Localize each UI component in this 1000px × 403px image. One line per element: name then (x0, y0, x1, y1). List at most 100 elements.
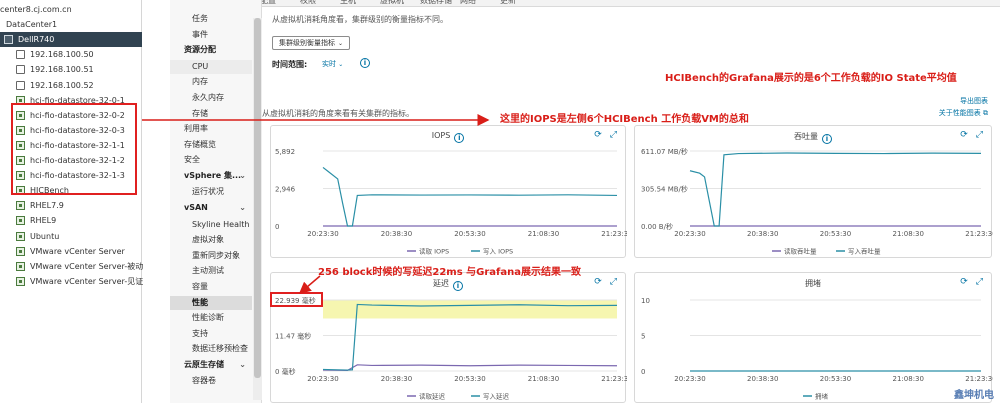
tree-item-label: VMware vCenter Server-被动 (30, 261, 144, 271)
menu-section-header[interactable]: vSAN ⌄ (170, 201, 252, 215)
legend-label[interactable]: 读取吞吐量 (784, 247, 817, 256)
menu-item[interactable]: 性能 (170, 295, 252, 310)
annotation-latency-box (270, 292, 323, 307)
legend-label[interactable]: 写入延迟 (483, 392, 510, 401)
x-tick-label: 20:38:30 (381, 375, 412, 383)
menu-item-label: 支持 (192, 328, 208, 338)
legend-label[interactable]: 读取 IOPS (419, 247, 449, 256)
menu-item[interactable]: 安全 (170, 153, 252, 167)
tree-item-label: VMware vCenter Server-见证 (30, 276, 144, 286)
tree-item-host[interactable]: 192.168.100.50 (0, 47, 142, 62)
menu-item-label: 数据迁移预检查 (192, 344, 248, 354)
chevron-down-icon: ⌄ (338, 40, 344, 47)
y-tick-label: 2,946 (275, 186, 296, 194)
tree-item-cluster[interactable]: DellR740 (0, 32, 142, 48)
tree-item-label: 192.168.100.51 (30, 65, 94, 75)
tree-item-vm[interactable]: VMware vCenter Server-见证 (0, 274, 144, 289)
tab[interactable]: 网络 (460, 0, 476, 6)
tree-item-label: 192.168.100.52 (30, 80, 94, 90)
menu-item[interactable]: CPU (170, 59, 252, 74)
menu-item[interactable]: 存储 (170, 107, 252, 121)
menu-item[interactable]: 事件 (170, 28, 252, 42)
export-charts-link[interactable]: 导出图表 (960, 96, 988, 106)
x-tick-label: 21:08:30 (528, 230, 559, 238)
menu-item[interactable]: 主动测试 (170, 264, 252, 278)
x-tick-label: 20:53:30 (454, 375, 485, 383)
menu-item-label: 性能 (192, 297, 208, 307)
menu-item-label: 主动测试 (192, 266, 224, 276)
x-tick-label: 20:23:30 (307, 375, 338, 383)
menu-section-header[interactable]: 资源分配 (170, 43, 252, 57)
menu-item-label: 任务 (192, 14, 208, 23)
time-range-select[interactable]: 实时 ⌄ (322, 59, 343, 69)
chart-congestion: 拥堵 ⟳ ⤢ 10 5 0 20:23:30 20:38:30 20:53:30 21:08:30… (634, 272, 993, 403)
menu-item[interactable]: 容器卷 (170, 374, 252, 388)
tree-item-label: DellR740 (18, 35, 55, 45)
menu-item[interactable]: 运行状况 (170, 185, 252, 199)
menu-item[interactable]: 永久内存 (170, 91, 252, 105)
inventory-tree: center8.cj.com.cn DataCenter1 DellR740 192.… (0, 0, 144, 403)
menu-item[interactable]: 性能诊断 (170, 311, 252, 325)
tab[interactable]: 配置 (260, 0, 276, 6)
legend-label[interactable]: 拥堵 (815, 392, 829, 401)
tree-item-datacenter[interactable]: DataCenter1 (0, 17, 142, 32)
menu-item[interactable]: 利用率 (170, 122, 252, 136)
cluster-metrics-label: 集群级别衡量指标 (279, 39, 335, 47)
menu-item-label: 运行状况 (192, 187, 224, 197)
tab[interactable]: 权限 (300, 0, 316, 6)
tree-item-host[interactable]: 192.168.100.51 (0, 62, 142, 77)
time-range-label: 时间范围: (272, 60, 308, 69)
menu-section-header[interactable]: 云原生存储 ⌄ (170, 358, 252, 372)
menu-item[interactable]: 内存 (170, 75, 252, 89)
y-tick-label: 10 (641, 297, 650, 305)
y-tick-label: 0 毫秒 (275, 367, 296, 376)
menu-item[interactable]: 任务 (170, 12, 252, 26)
tree-item-vm[interactable]: VMware vCenter Server (0, 244, 142, 259)
legend-label[interactable]: 读取延迟 (419, 392, 446, 401)
menu-item[interactable]: 容量 (170, 280, 252, 294)
tree-item-vm[interactable]: RHEL7.9 (0, 198, 142, 213)
menu-item[interactable]: 数据迁移预检查 (170, 342, 252, 356)
tab[interactable]: 更新 (500, 0, 516, 6)
cluster-icon (4, 35, 13, 45)
menu-scrollbar-thumb[interactable] (254, 18, 261, 378)
cluster-metrics-dropdown[interactable]: 集群级别衡量指标 ⌄ (272, 36, 351, 50)
chart-plot: 5,892 2,946 0 20:23:30 20:38:30 20:53:30 21:08… (275, 148, 627, 256)
tree-item-vm[interactable]: RHEL9 (0, 213, 142, 228)
menu-item[interactable]: 存储概览 (170, 138, 252, 152)
info-icon[interactable]: i (360, 58, 370, 68)
host-icon (16, 80, 25, 90)
menu-item-label: 性能诊断 (192, 313, 224, 323)
series-line (689, 152, 982, 227)
menu-scrollbar[interactable] (253, 18, 262, 400)
tab[interactable]: 虚拟机 (380, 0, 404, 6)
tab[interactable]: 主机 (340, 0, 356, 6)
x-tick-label: 21:08:30 (893, 230, 924, 238)
menu-item-label: 虚拟对象 (192, 235, 224, 245)
tree-item-vm[interactable]: Ubuntu (0, 229, 142, 244)
brand-watermark: 鑫坤机电 (954, 390, 994, 401)
about-charts-link[interactable]: 关于性能图表 ⧉ (939, 108, 988, 118)
menu-item[interactable]: 虚拟对象 (170, 233, 252, 247)
chevron-down-icon: ⌄ (239, 359, 246, 369)
menu-item-label: 资源分配 (184, 45, 216, 55)
menu-item-label: 存储概览 (184, 139, 216, 149)
y-tick-label: 0 (641, 368, 645, 376)
legend-label[interactable]: 写入 IOPS (483, 248, 513, 256)
x-tick-label: 20:53:30 (454, 230, 485, 238)
menu-item[interactable]: 支持 (170, 327, 252, 341)
menu-item[interactable]: Skyline Health (170, 218, 252, 232)
vsphere-client: center8.cj.com.cn DataCenter1 DellR740 192.… (0, 0, 1000, 403)
menu-section-header[interactable]: vSphere 集... ⌄ (170, 169, 252, 183)
legend-label[interactable]: 写入吞吐量 (848, 247, 881, 256)
tree-item-host[interactable]: 192.168.100.52 (0, 78, 142, 93)
chevron-down-icon: ⌄ (239, 170, 246, 180)
host-icon (16, 65, 25, 75)
menu-item[interactable]: 重新同步对象 (170, 249, 252, 263)
tree-item-vm[interactable]: VMware vCenter Server-被动 (0, 259, 144, 274)
tab[interactable]: 数据存储 (420, 0, 452, 6)
menu-item-label: CPU (192, 61, 209, 71)
x-tick-label: 20:38:30 (747, 230, 778, 238)
tree-item-label: DataCenter1 (6, 20, 58, 30)
tree-item-vcenter[interactable]: center8.cj.com.cn (0, 2, 142, 17)
